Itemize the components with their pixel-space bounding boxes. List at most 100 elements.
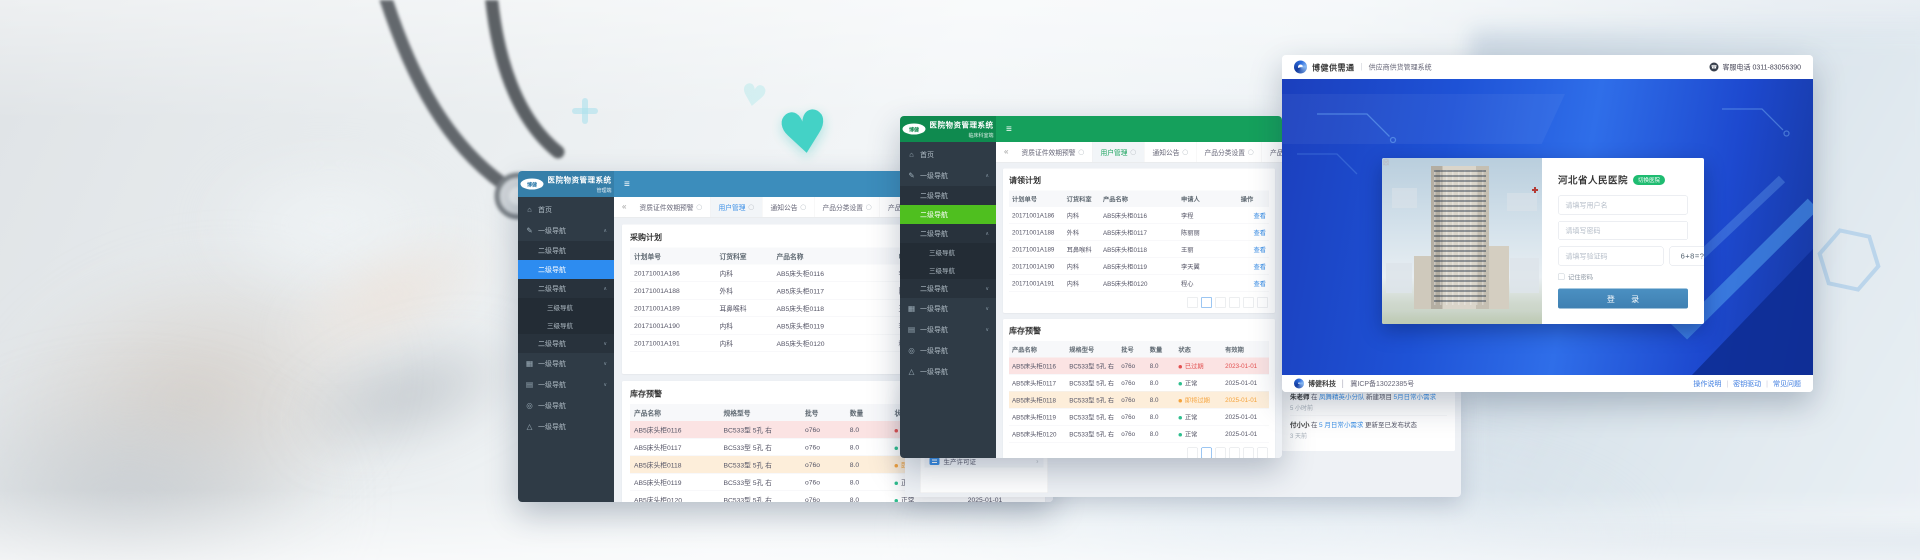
tab-label: 通知公告 <box>1152 147 1179 157</box>
status-dot-icon <box>1178 399 1182 403</box>
chevron-icon: ∨ <box>985 306 989 312</box>
heart-icon: ♥ <box>738 80 770 114</box>
page-button[interactable] <box>1187 297 1198 308</box>
page-button[interactable] <box>1201 297 1212 308</box>
sidebar-item[interactable]: ✎ 一级导航 ∧ <box>900 165 996 186</box>
password-field-wrap <box>1558 221 1688 240</box>
tab[interactable]: 通知公告 <box>1144 142 1196 162</box>
tab-label: 用户管理 <box>718 202 745 212</box>
page-button[interactable] <box>1215 297 1226 308</box>
remember-checkbox[interactable] <box>1558 274 1565 281</box>
sidebar-item[interactable]: 三级导航 <box>900 243 996 261</box>
captcha-image[interactable]: 6+8=? <box>1670 247 1705 266</box>
view-link[interactable]: 查看 <box>1253 264 1266 271</box>
username-input[interactable] <box>1565 201 1682 210</box>
page-button[interactable] <box>1215 448 1226 459</box>
page-button[interactable] <box>1257 448 1268 459</box>
tab[interactable]: 产品分类设置 <box>1196 142 1262 162</box>
sidebar-item[interactable]: 二级导航 <box>900 205 996 224</box>
column-header: 规格型号 <box>720 404 801 421</box>
sidebar-item[interactable]: ▦ 一级导航 ∨ <box>518 353 614 374</box>
tab[interactable]: 用户管理 <box>710 197 762 217</box>
sidebar-item[interactable]: ◎ 一级导航 <box>518 395 614 416</box>
table-row: AB5床头柜0117BC533型 5孔 右o76o8.0 正常 2025-01-… <box>1009 374 1269 391</box>
sidebar-item[interactable]: 三级导航 <box>518 298 614 316</box>
status-dot-icon <box>894 464 898 468</box>
collapse-tabs-icon[interactable]: « <box>617 203 631 212</box>
icp-number: 冀ICP备13022385号 <box>1350 379 1414 389</box>
column-header: 计划单号 <box>1009 191 1064 208</box>
sidebar-item[interactable]: ▤ 一级导航 ∨ <box>518 374 614 395</box>
page-button[interactable] <box>1243 297 1254 308</box>
table-row: 20171001A191内科AB5床头柜0120程心 查看 <box>1009 275 1269 292</box>
view-link[interactable]: 查看 <box>1253 247 1266 254</box>
status-dot-icon <box>894 499 898 502</box>
tab[interactable]: 通知公告 <box>762 197 814 217</box>
brand-logo: 博健 <box>520 179 543 190</box>
sidebar-item[interactable]: 二级导航 ∨ <box>518 334 614 353</box>
menu-icon[interactable]: ≡ <box>1006 123 1012 135</box>
tab-circle-icon <box>1248 149 1254 155</box>
sidebar-item[interactable]: ▦ 一级导航 ∨ <box>900 298 996 319</box>
sidebar-item[interactable]: 二级导航 ∧ <box>900 224 996 243</box>
sidebar-item[interactable]: △ 一级导航 <box>518 416 614 437</box>
feed-link[interactable]: 5 月日常小需求 <box>1319 421 1363 429</box>
page-button[interactable] <box>1187 448 1198 459</box>
tab[interactable]: 产品出库 <box>1262 142 1282 162</box>
sidebar-item[interactable]: 二级导航 <box>900 186 996 205</box>
sidebar-item-label: 一级导航 <box>538 226 603 236</box>
page-button[interactable] <box>1243 448 1254 459</box>
login-window-supplier: 博健供需通 | 供应商供货管理系统 ☎ 客服电话 0311-83056390 <box>1282 55 1813 392</box>
login-button[interactable]: 登 录 <box>1558 289 1688 309</box>
nav-table-icon: ▦ <box>525 359 534 368</box>
tab[interactable]: 资质证件效期预警 <box>1013 142 1092 162</box>
chevron-right-icon: › <box>1036 457 1038 465</box>
menu-icon[interactable]: ≡ <box>624 178 630 190</box>
tab[interactable]: 产品分类设置 <box>814 197 880 217</box>
tab[interactable]: 资质证件效期预警 <box>631 197 710 217</box>
collapse-tabs-icon[interactable]: « <box>999 148 1013 157</box>
sidebar-item[interactable]: 二级导航 <box>518 260 614 279</box>
column-header: 产品名称 <box>772 248 894 265</box>
tab[interactable]: 用户管理 <box>1092 142 1144 162</box>
sidebar-item[interactable]: ▤ 一级导航 ∨ <box>900 319 996 340</box>
tab-label: 产品分类设置 <box>1204 147 1245 157</box>
page-button[interactable] <box>1229 448 1240 459</box>
view-link[interactable]: 查看 <box>1253 213 1266 220</box>
plan-table: 计划单号订货科室产品名称申请人操作 20171001A186内科AB5床头柜01… <box>1009 191 1269 293</box>
captcha-input[interactable] <box>1565 252 1658 261</box>
nav-form-icon: ▤ <box>907 325 916 334</box>
sidebar-item-label: 二级导航 <box>920 229 985 239</box>
sidebar-item[interactable]: 二级导航 <box>518 241 614 260</box>
sidebar-item-label: 二级导航 <box>538 284 603 294</box>
sidebar-item[interactable]: 二级导航 ∨ <box>900 279 996 298</box>
feed-link[interactable]: 5月日常小需求 <box>1394 393 1437 401</box>
admin-window-clinical: 博健 医院物资管理系统 临床科室端 ≡ ⌂ 首页 <box>900 116 1282 458</box>
page-button[interactable] <box>1201 448 1212 459</box>
sidebar-item[interactable]: ⌂ 首页 <box>518 199 614 220</box>
switch-hospital-badge[interactable]: 切换医院 <box>1633 175 1665 185</box>
feed-link[interactable]: 凤舞精英小分队 <box>1319 393 1365 401</box>
feed-text: 更新至已发布状态 <box>1365 421 1417 429</box>
view-link[interactable]: 查看 <box>1253 230 1266 237</box>
sidebar-item[interactable]: 二级导航 ∧ <box>518 279 614 298</box>
sidebar-item[interactable]: 三级导航 <box>518 316 614 334</box>
footer-link[interactable]: 密钥驱动 <box>1733 379 1761 389</box>
sidebar-item[interactable]: △ 一级导航 <box>900 361 996 382</box>
tab-circle-icon <box>748 204 754 210</box>
status-dot-icon <box>1178 365 1182 369</box>
footer-link[interactable]: 操作说明 <box>1693 379 1721 389</box>
sidebar-item[interactable]: ⌂ 首页 <box>900 144 996 165</box>
tab-label: 资质证件效期预警 <box>1021 147 1075 157</box>
sidebar-item[interactable]: 三级导航 <box>900 261 996 279</box>
sidebar-item[interactable]: ✎ 一级导航 ∧ <box>518 220 614 241</box>
footer-link[interactable]: 常见问题 <box>1773 379 1801 389</box>
sidebar-item-label: 一级导航 <box>538 401 607 411</box>
username-field-wrap <box>1558 196 1688 215</box>
page-button[interactable] <box>1229 297 1240 308</box>
password-input[interactable] <box>1565 226 1682 235</box>
sidebar-item[interactable]: ◎ 一级导航 <box>900 340 996 361</box>
nav-check-icon: ◎ <box>525 401 534 410</box>
view-link[interactable]: 查看 <box>1253 281 1266 288</box>
page-button[interactable] <box>1257 297 1268 308</box>
